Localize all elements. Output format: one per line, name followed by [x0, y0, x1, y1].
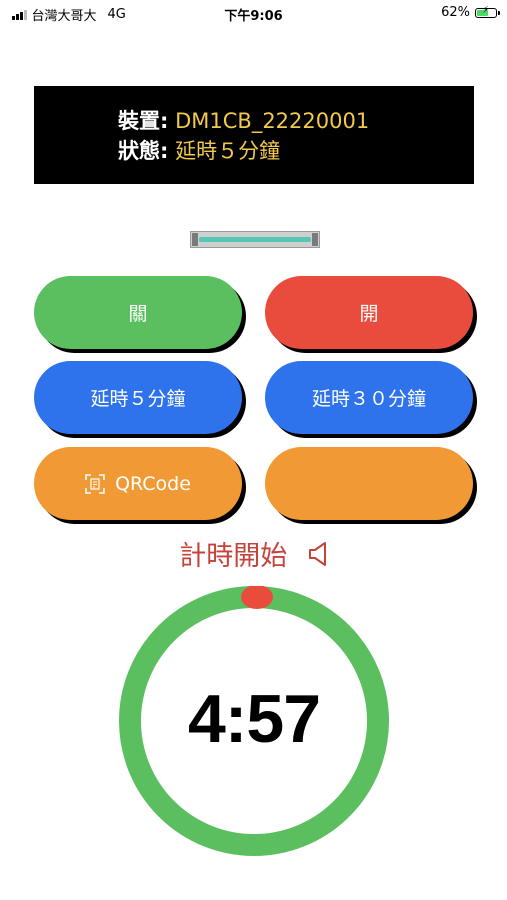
countdown-display: 4:57 — [187, 681, 321, 757]
status-bar: 台灣大哥大 4G 下午9:06 62% ⚡ — [0, 0, 507, 28]
uv-lamp-image — [190, 231, 320, 248]
state-value: 延時５分鐘 — [175, 139, 281, 163]
delay-5-min-button[interactable]: 延時５分鐘 — [34, 361, 242, 434]
speaker-icon[interactable] — [308, 541, 328, 574]
device-row: 裝置: DM1CB_22220001 — [118, 106, 474, 136]
off-button[interactable]: 關 — [34, 276, 242, 349]
delay-30-min-label: 延時３０分鐘 — [311, 388, 426, 410]
device-label: 裝置: — [118, 109, 169, 133]
off-button-label: 關 — [128, 303, 148, 325]
state-row: 狀態: 延時５分鐘 — [118, 136, 474, 166]
delay-5-min-label: 延時５分鐘 — [90, 388, 186, 410]
delay-30-min-button[interactable]: 延時３０分鐘 — [265, 361, 473, 434]
on-button-label: 開 — [359, 303, 379, 325]
timer-status: 計時開始 — [0, 534, 507, 574]
qr-scan-icon — [85, 473, 105, 494]
battery-info: 62% ⚡ — [441, 5, 500, 20]
timer-status-text: 計時開始 — [179, 541, 288, 572]
clock: 下午9:06 — [224, 9, 283, 24]
state-label: 狀態: — [118, 139, 169, 163]
countdown-progress-marker — [241, 586, 273, 609]
device-value: DM1CB_22220001 — [175, 109, 370, 133]
device-info-panel: 裝置: DM1CB_22220001 狀態: 延時５分鐘 — [34, 86, 474, 184]
battery-percent: 62% — [441, 5, 470, 20]
battery-icon: ⚡ — [475, 5, 500, 18]
on-button[interactable]: 開 — [265, 276, 473, 349]
qrcode-button[interactable]: QRCode — [34, 447, 242, 520]
blank-button[interactable] — [265, 447, 473, 520]
qrcode-label: QRCode — [115, 472, 191, 495]
